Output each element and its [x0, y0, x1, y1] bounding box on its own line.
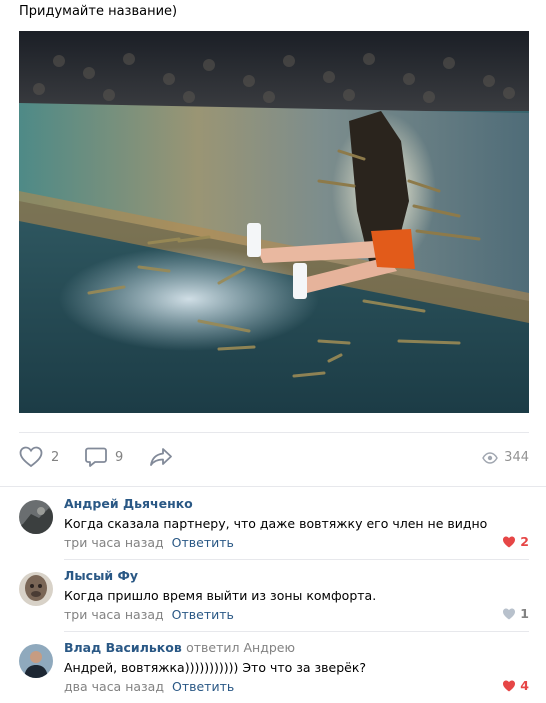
heart-filled-icon	[503, 536, 516, 547]
share-arrow-icon	[150, 448, 172, 466]
heart-filled-icon	[503, 680, 516, 691]
post-photo[interactable]	[19, 31, 529, 413]
comment-author-name[interactable]: Лысый Фу	[64, 568, 138, 583]
comment-like-count: 2	[520, 534, 529, 549]
avatar[interactable]	[19, 500, 53, 534]
comment-like-button[interactable]: 4	[502, 678, 529, 693]
like-count: 2	[51, 449, 60, 465]
comment-meta: три часа назад Ответить	[64, 607, 529, 623]
comment-author-name[interactable]: Влад Васильков	[64, 640, 182, 655]
heart-filled-icon	[503, 608, 516, 619]
post-actions: 2 9 344	[19, 444, 529, 472]
eye-icon	[482, 451, 498, 464]
avatar[interactable]	[19, 644, 53, 678]
comment-author[interactable]: Андрей Дьяченко	[64, 496, 529, 512]
avatar-image	[19, 500, 53, 534]
comment-meta: три часа назад Ответить	[64, 535, 529, 551]
comment-divider	[64, 559, 529, 560]
reply-button[interactable]: Ответить	[172, 607, 234, 622]
comment: Влад Васильков ответил Андрею Андрей, во…	[19, 640, 529, 698]
comment-divider	[64, 631, 529, 632]
comments-divider-top	[0, 486, 546, 487]
comment-time[interactable]: три часа назад	[64, 607, 164, 622]
comment-author[interactable]: Лысый Фу	[64, 568, 529, 584]
comment-text: Когда пришло время выйти из зоны комфорт…	[64, 588, 377, 603]
like-button[interactable]: 2	[19, 446, 59, 468]
views-count: 344	[504, 450, 529, 465]
comment-meta: два часа назад Ответить	[64, 679, 529, 695]
comment: Андрей Дьяченко Когда сказала партнеру, …	[19, 496, 529, 552]
actions-divider-top	[19, 432, 529, 433]
comment-text: Андрей, вовтяжка))))))))))) Это что за з…	[64, 660, 367, 675]
comment-like-count: 1	[520, 606, 529, 621]
share-button[interactable]	[149, 446, 173, 468]
avatar-image	[19, 572, 53, 606]
figure-skater-wall-photo	[19, 31, 529, 413]
comment-like-button[interactable]: 1	[502, 606, 529, 621]
comment-bubble-icon	[85, 447, 107, 467]
comment-text: Когда сказала партнеру, что даже вовтяжк…	[64, 516, 488, 531]
comment-like-button[interactable]: 2	[502, 534, 529, 549]
post-text: Придумайте название)	[19, 4, 178, 19]
comment-time[interactable]: три часа назад	[64, 535, 164, 550]
heart-outline-icon	[19, 446, 43, 468]
reply-button[interactable]: Ответить	[172, 535, 234, 550]
views-counter: 344	[482, 450, 529, 465]
comment-time[interactable]: два часа назад	[64, 679, 164, 694]
avatar-image	[19, 644, 53, 678]
comment: Лысый Фу Когда пришло время выйти из зон…	[19, 568, 529, 624]
comment-like-count: 4	[520, 678, 529, 693]
reply-button[interactable]: Ответить	[172, 679, 234, 694]
comment-author[interactable]: Влад Васильков ответил Андрею	[64, 640, 529, 656]
comment-reply-to[interactable]: ответил Андрею	[186, 640, 295, 655]
comment-button[interactable]: 9	[85, 446, 123, 468]
comment-author-name[interactable]: Андрей Дьяченко	[64, 496, 193, 511]
avatar[interactable]	[19, 572, 53, 606]
comment-count: 9	[115, 449, 124, 465]
